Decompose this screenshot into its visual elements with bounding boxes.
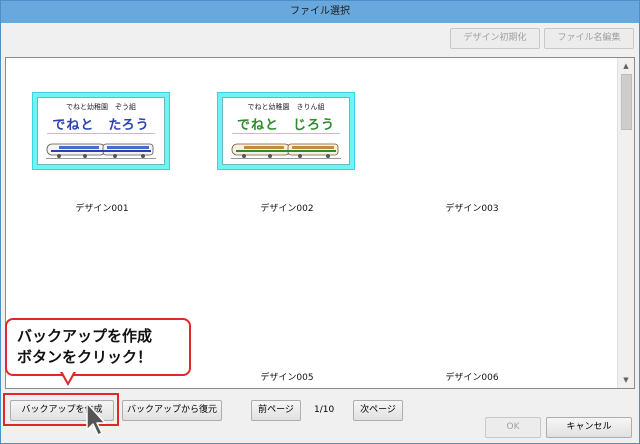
next-page-button[interactable]: 次ページ: [353, 400, 403, 421]
card-school-text: でねと幼稚園 きりん組: [247, 103, 325, 111]
design-reset-button[interactable]: デザイン初期化: [450, 28, 540, 49]
scroll-thumb[interactable]: [621, 74, 632, 130]
card-name-text: でねと たろう: [52, 118, 150, 133]
scroll-down-arrow-icon[interactable]: ▼: [618, 372, 634, 388]
card-school-text: でねと幼稚園 ぞう組: [66, 103, 136, 111]
design-label-002[interactable]: デザイン002: [227, 201, 347, 214]
card-divider: [47, 133, 155, 134]
design-label-003[interactable]: デザイン003: [412, 201, 532, 214]
prev-page-button[interactable]: 前ページ: [251, 400, 301, 421]
design-label-001[interactable]: デザイン001: [42, 201, 162, 214]
design-label-005[interactable]: デザイン005: [227, 370, 347, 383]
page-indicator: 1/10: [314, 405, 335, 415]
design-thumbnail-001[interactable]: でねと幼稚園 ぞう組 でねと たろう: [33, 93, 169, 169]
card-divider: [232, 133, 340, 134]
train-illustration: [46, 143, 156, 159]
callout-text: バックアップを作成 ボタンをクリック！: [17, 327, 153, 366]
train-illustration: [231, 143, 341, 159]
ok-button[interactable]: OK: [485, 417, 541, 438]
file-rename-button[interactable]: ファイル名編集: [544, 28, 634, 49]
design-label-006[interactable]: デザイン006: [412, 370, 532, 383]
vertical-scrollbar[interactable]: ▲ ▼: [617, 58, 634, 388]
mouse-cursor-icon: [86, 402, 106, 436]
window-title: ファイル選択: [1, 1, 639, 23]
cancel-button[interactable]: キャンセル: [546, 417, 632, 438]
callout-pointer-fill: [62, 371, 74, 382]
instruction-callout: バックアップを作成 ボタンをクリック！: [5, 318, 191, 376]
scroll-up-arrow-icon[interactable]: ▲: [618, 58, 634, 74]
file-select-window: ファイル選択 デザイン初期化 ファイル名編集 でねと幼稚園 ぞう組 でねと たろ…: [0, 0, 640, 444]
backup-restore-button[interactable]: バックアップから復元: [122, 400, 222, 421]
design-thumbnail-002[interactable]: でねと幼稚園 きりん組 でねと じろう: [218, 93, 354, 169]
card-name-text: でねと じろう: [236, 118, 335, 133]
